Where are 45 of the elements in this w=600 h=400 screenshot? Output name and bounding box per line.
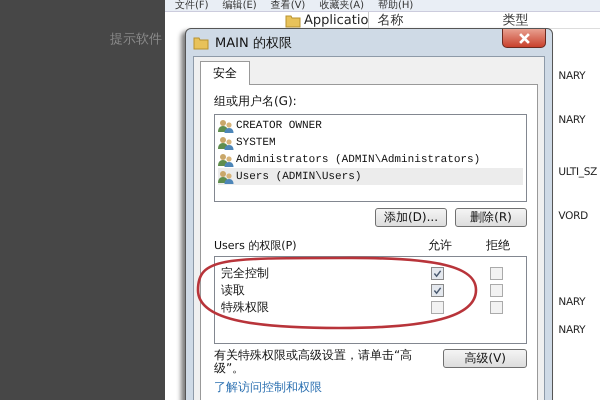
allow-checkbox[interactable] (431, 284, 444, 297)
dialog-title: MAIN 的权限 (215, 34, 292, 52)
info-text: 有关特殊权限或高级设置，请单击“高级”。 (214, 349, 414, 375)
column-header: 拒绝 (485, 236, 511, 254)
tab[interactable]: 安全 (200, 61, 250, 85)
user-group-icon (218, 170, 234, 184)
menu-item[interactable]: 帮助(H) (378, 0, 414, 11)
menu-item[interactable]: 收藏夹(A) (319, 0, 364, 11)
user-group-icon (218, 136, 234, 150)
column-header[interactable]: 名称 (369, 11, 494, 29)
user-group-icon (218, 152, 234, 166)
user-group-icon (218, 118, 234, 132)
group-label: 组或用户名(G): (214, 93, 298, 110)
type-cell: VORD (558, 209, 588, 223)
user-item[interactable]: Users (ADMIN\Users) (218, 168, 523, 185)
help-link[interactable]: 了解访问控制和权限 (214, 379, 527, 396)
type-cell: ULTI_SZ (558, 165, 598, 179)
column-header[interactable]: 类型 (494, 11, 600, 29)
deny-checkbox[interactable] (490, 301, 503, 314)
folder-icon (193, 34, 209, 50)
tree-item[interactable]: Applicatio (285, 13, 368, 28)
permission-name: 读取 (221, 282, 246, 299)
advanced-button[interactable]: 高级(V) (443, 349, 527, 368)
deny-checkbox[interactable] (490, 284, 503, 297)
menu-item[interactable]: 编辑(E) (222, 0, 257, 11)
permission-name: 完全控制 (221, 265, 270, 282)
add-button[interactable]: 添加(D)... (375, 208, 447, 227)
menu-item[interactable]: 查看(V) (270, 0, 306, 11)
permissions-label: Users 的权限(P) (214, 238, 298, 252)
type-cell: NARY (558, 295, 586, 309)
user-item[interactable]: SYSTEM (218, 134, 523, 151)
allow-checkbox[interactable] (431, 267, 444, 280)
close-button[interactable] (502, 29, 546, 48)
allow-checkbox[interactable] (431, 301, 444, 314)
deny-checkbox[interactable] (490, 267, 503, 280)
close-icon (518, 32, 530, 44)
hint-text: 提示软件 (110, 31, 162, 48)
user-item[interactable]: Administrators (ADMIN\Administrators) (218, 151, 523, 168)
permission-name: 特殊权限 (221, 299, 270, 316)
column-header: 允许 (427, 236, 453, 254)
user-item[interactable]: CREATOR OWNER (218, 117, 523, 134)
type-cell: NARY (558, 69, 586, 83)
type-cell: NARY (558, 323, 586, 337)
remove-button[interactable]: 删除(R) (455, 208, 527, 227)
type-cell: NARY (558, 113, 586, 127)
